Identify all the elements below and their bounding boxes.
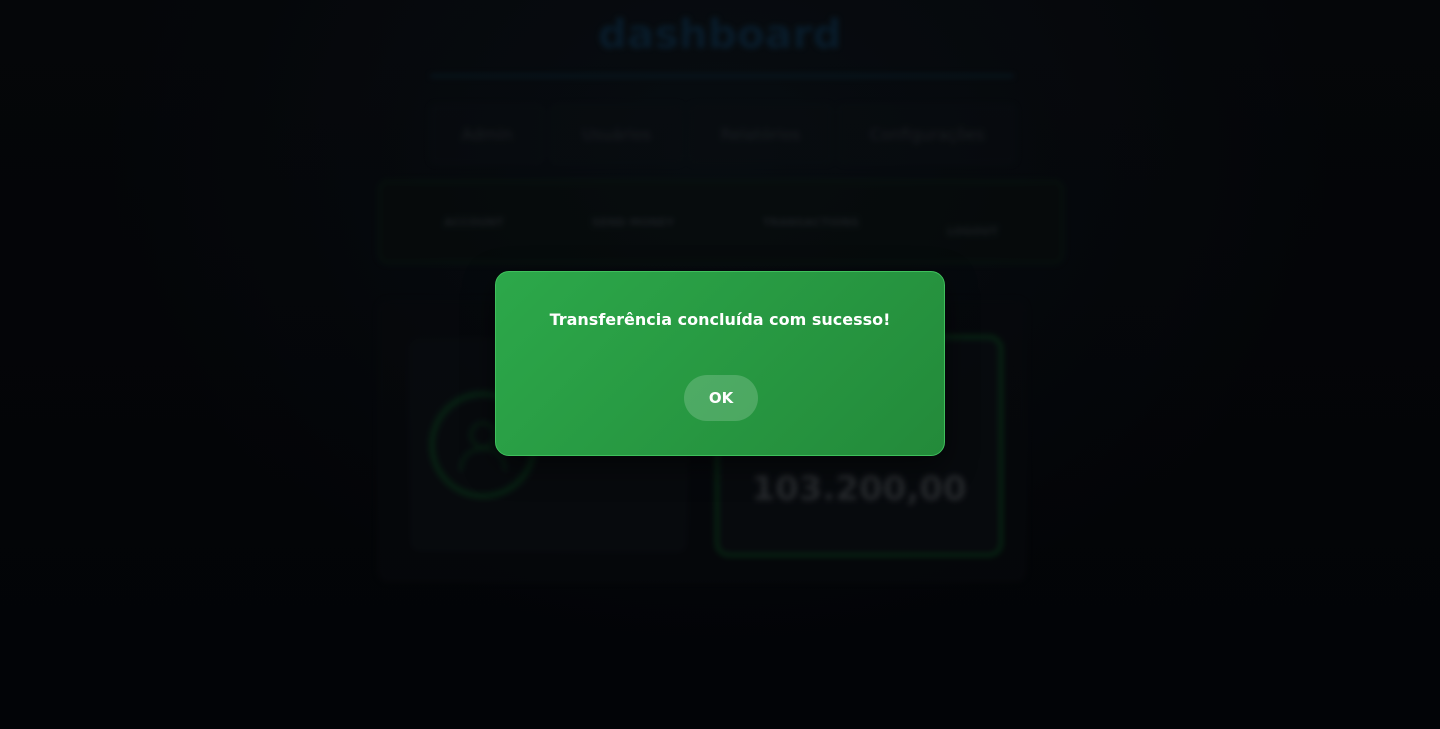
success-dialog: Transferência concluída com sucesso! OK <box>495 271 945 456</box>
ok-button[interactable]: OK <box>684 375 758 421</box>
dialog-message: Transferência concluída com sucesso! <box>549 310 891 329</box>
